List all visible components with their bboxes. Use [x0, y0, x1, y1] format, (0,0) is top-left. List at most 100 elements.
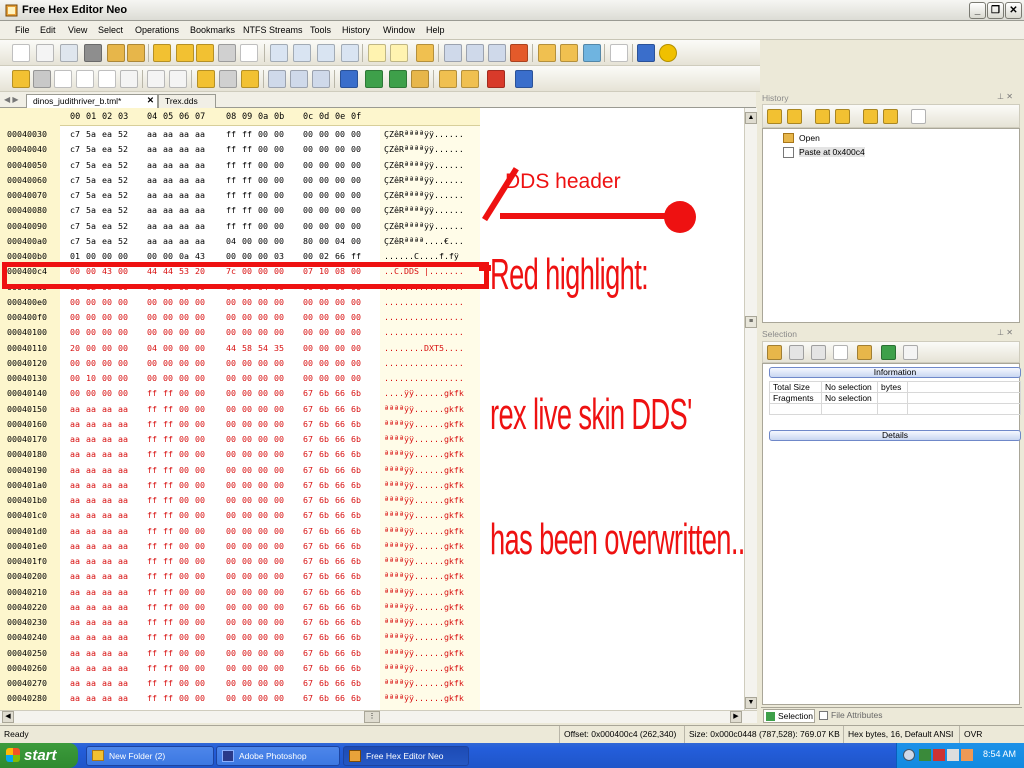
hex-byte[interactable]: aa	[102, 524, 112, 539]
hex-row[interactable]: 00040130 00 10 00 00 00 00 00 00 00 00 00 00 00 00 00 00…	[0, 371, 480, 386]
hex-row[interactable]: 00040100 00 00 00 00 00 00 00 00 00 00 00 00 00 00 00 00…	[0, 325, 480, 340]
select-columns-icon[interactable]	[833, 345, 848, 360]
find-icon[interactable]	[444, 44, 462, 62]
hex-byte[interactable]: 6b	[351, 630, 361, 645]
hex-byte[interactable]: aa	[163, 203, 173, 218]
hex-byte[interactable]: 00	[226, 676, 236, 691]
details-section-header[interactable]: Details	[769, 430, 1021, 441]
hex-byte[interactable]: ea	[102, 188, 112, 203]
hex-byte[interactable]: aa	[102, 569, 112, 584]
hex-byte[interactable]: 00	[351, 356, 361, 371]
hex-byte[interactable]: aa	[195, 142, 205, 157]
save-all-icon[interactable]	[196, 44, 214, 62]
app-tray-icon[interactable]	[961, 749, 973, 761]
hex-byte[interactable]: 00	[274, 417, 284, 432]
hex-byte[interactable]: 00	[242, 386, 252, 401]
history-step-icon[interactable]	[787, 109, 802, 124]
hex-byte[interactable]: 00	[86, 325, 96, 340]
hex-byte[interactable]: 00	[118, 386, 128, 401]
hex-byte[interactable]: aa	[147, 127, 157, 142]
hex-byte[interactable]: 66	[335, 676, 345, 691]
hex-byte[interactable]: 00	[319, 310, 329, 325]
hex-byte[interactable]: 00	[335, 142, 345, 157]
hex-byte[interactable]: ff	[147, 402, 157, 417]
hex-byte[interactable]: 6b	[351, 432, 361, 447]
hex-byte[interactable]: ff	[226, 173, 236, 188]
hex-byte[interactable]: aa	[179, 173, 189, 188]
hex-byte[interactable]: aa	[86, 569, 96, 584]
hex-byte[interactable]: aa	[163, 188, 173, 203]
hex-byte[interactable]: 00	[102, 325, 112, 340]
hex-byte[interactable]: 00	[258, 676, 268, 691]
web-icon[interactable]	[583, 44, 601, 62]
hex-byte[interactable]: 00	[102, 386, 112, 401]
hex-byte[interactable]: 00	[226, 600, 236, 615]
hex-byte[interactable]: 04	[335, 234, 345, 249]
hex-byte[interactable]: 00	[258, 569, 268, 584]
hex-byte[interactable]: 6b	[319, 646, 329, 661]
hex-byte[interactable]: 00	[118, 371, 128, 386]
hex-byte[interactable]: 6b	[351, 691, 361, 706]
hex-byte[interactable]: 00	[274, 539, 284, 554]
hex-byte[interactable]: ff	[163, 585, 173, 600]
hex-byte[interactable]: ff	[163, 463, 173, 478]
hex-byte[interactable]: 00	[179, 341, 189, 356]
hex-byte[interactable]: 00	[226, 402, 236, 417]
hex-byte[interactable]: 00	[179, 463, 189, 478]
hex-byte[interactable]: ff	[163, 630, 173, 645]
hex-byte[interactable]: 00	[226, 463, 236, 478]
hex-byte[interactable]: 00	[102, 341, 112, 356]
ascii-text[interactable]: ....ÿÿ......gkfk	[384, 386, 464, 401]
hex-byte[interactable]: 67	[303, 691, 313, 706]
hex-byte[interactable]: 00	[335, 371, 345, 386]
hex-row[interactable]: 00040230 aa aa aa aa ff ff 00 00 00 00 00 00 67 6b 66 6b…	[0, 615, 480, 630]
hex-row[interactable]: 000401c0 aa aa aa aa ff ff 00 00 00 00 00 00 67 6b 66 6b…	[0, 508, 480, 523]
hex-byte[interactable]: c7	[70, 173, 80, 188]
hex-byte[interactable]: aa	[179, 203, 189, 218]
hex-row[interactable]: 00040070 c7 5a ea 52 aa aa aa aa ff ff 00 00 00 00 00 00…	[0, 188, 480, 203]
hex-byte[interactable]: 67	[303, 478, 313, 493]
hex-byte[interactable]: 66	[335, 386, 345, 401]
hex-byte[interactable]: 67	[303, 646, 313, 661]
pin-icon[interactable]: ⊥ ✕	[997, 328, 1013, 337]
hex-byte[interactable]: aa	[195, 219, 205, 234]
history-item-open[interactable]: Open	[799, 133, 820, 143]
hex-byte[interactable]: 00	[274, 676, 284, 691]
hex-byte[interactable]: 00	[179, 493, 189, 508]
hex-byte[interactable]: 00	[70, 295, 80, 310]
hex-byte[interactable]: aa	[118, 524, 128, 539]
hex-byte[interactable]: 00	[258, 524, 268, 539]
hex-byte[interactable]: aa	[70, 615, 80, 630]
hex-byte[interactable]: 00	[242, 234, 252, 249]
hex-byte[interactable]: 00	[335, 127, 345, 142]
hex-byte[interactable]: ea	[102, 234, 112, 249]
hex-byte[interactable]: 00	[179, 356, 189, 371]
hex-byte[interactable]: 00	[258, 585, 268, 600]
binary-icon[interactable]	[487, 70, 505, 88]
hex-byte[interactable]: aa	[86, 402, 96, 417]
hex-byte[interactable]: 00	[303, 188, 313, 203]
hex-byte[interactable]: aa	[179, 127, 189, 142]
hex-byte[interactable]: 67	[303, 630, 313, 645]
hex-byte[interactable]: 00	[195, 554, 205, 569]
hex-byte[interactable]: aa	[70, 676, 80, 691]
hex-byte[interactable]: aa	[70, 630, 80, 645]
scroll-thumb[interactable]: ≡	[745, 316, 757, 328]
hex-byte[interactable]: 52	[118, 142, 128, 157]
undo-icon[interactable]	[12, 70, 30, 88]
hex-byte[interactable]: 00	[179, 646, 189, 661]
hex-byte[interactable]: ff	[163, 615, 173, 630]
view-decimal-icon[interactable]	[293, 44, 311, 62]
hex-byte[interactable]: ff	[163, 386, 173, 401]
hex-byte[interactable]: aa	[70, 585, 80, 600]
hex-byte[interactable]: aa	[86, 615, 96, 630]
hex-byte[interactable]: 00	[195, 417, 205, 432]
hex-byte[interactable]: 00	[86, 295, 96, 310]
tab-file-attributes[interactable]: File Attributes	[817, 709, 897, 723]
hex-row[interactable]: 00040200 aa aa aa aa ff ff 00 00 00 00 00 00 67 6b 66 6b…	[0, 569, 480, 584]
hex-byte[interactable]: 00	[242, 325, 252, 340]
ascii-text[interactable]: ÇZêRªªªªÿÿ......	[384, 219, 464, 234]
hex-byte[interactable]: 00	[319, 371, 329, 386]
hex-row[interactable]: 00040160 aa aa aa aa ff ff 00 00 00 00 00 00 67 6b 66 6b…	[0, 417, 480, 432]
hex-byte[interactable]: 00	[258, 325, 268, 340]
